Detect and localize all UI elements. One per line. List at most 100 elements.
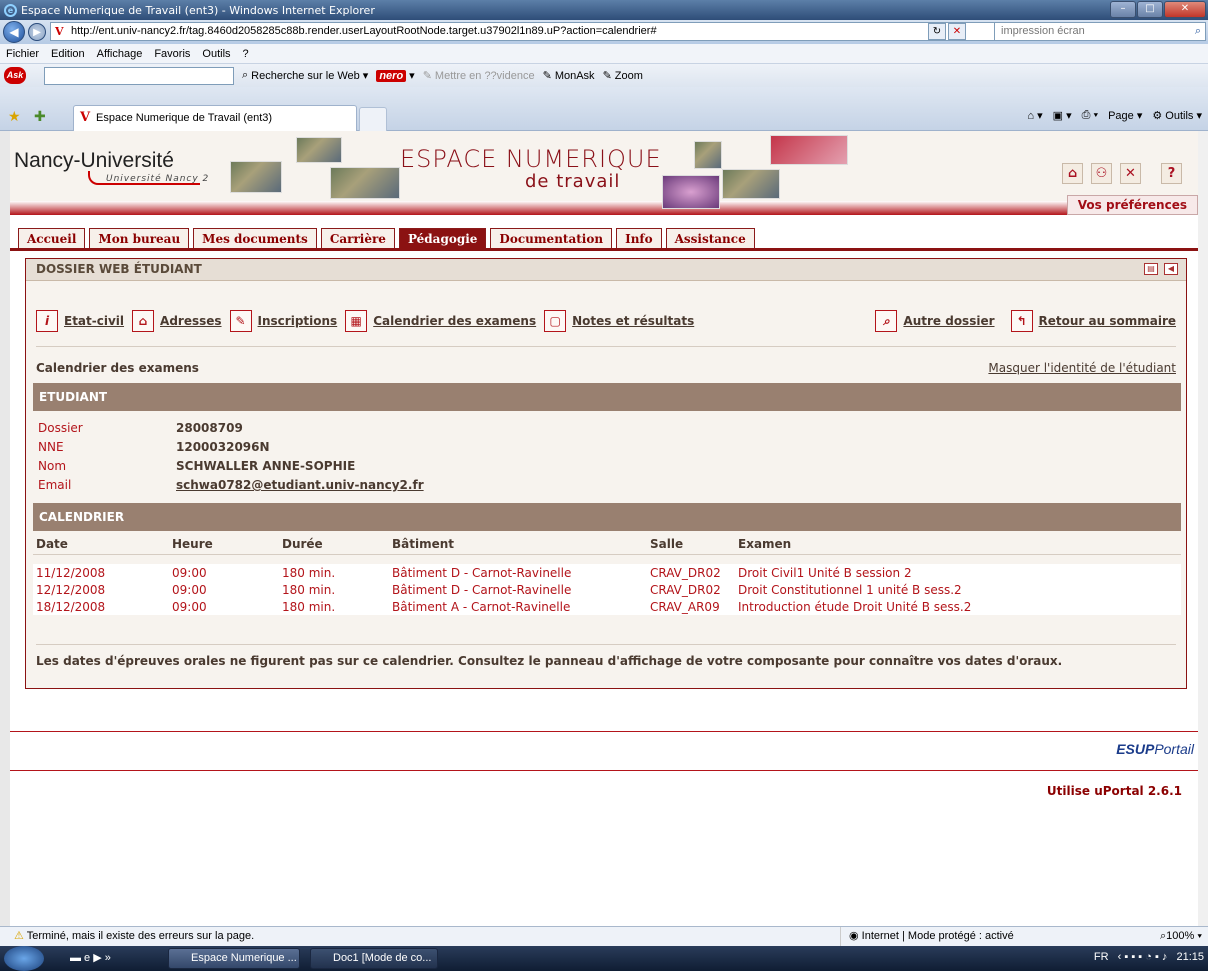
ask-logo-icon[interactable]: Ask bbox=[4, 67, 26, 84]
system-tray: FR ‹ ▪ ▪ ▪ ◔ ▪ ♪ 21:15 bbox=[1094, 951, 1204, 963]
banner-photo bbox=[296, 137, 342, 163]
link-adresses[interactable]: ⌂ Adresses bbox=[132, 310, 222, 332]
menu-favoris[interactable]: Favoris bbox=[148, 48, 196, 60]
forward-button[interactable]: ▶ bbox=[28, 23, 46, 41]
tab-pedagogie[interactable]: Pédagogie bbox=[398, 228, 487, 248]
search-icon[interactable]: ⌕ bbox=[1195, 23, 1201, 40]
tab-bar: ★ ✚ V Espace Numerique de Travail (ent3)… bbox=[0, 87, 1208, 131]
language-indicator[interactable]: FR bbox=[1094, 951, 1109, 963]
link-calendrier[interactable]: ▦ Calendrier des examens bbox=[345, 310, 536, 332]
close-button[interactable]: ✕ bbox=[1164, 1, 1206, 18]
zoom-control[interactable]: ⌕100% ▾ bbox=[1160, 927, 1202, 946]
pencil-icon: ✎ bbox=[229, 310, 252, 332]
tab-documentation[interactable]: Documentation bbox=[490, 228, 613, 248]
page-menu[interactable]: Page ▾ bbox=[1108, 109, 1142, 122]
tab-mon-bureau[interactable]: Mon bureau bbox=[89, 228, 190, 248]
nom-label: Nom bbox=[38, 459, 67, 473]
menu-edition[interactable]: Edition bbox=[45, 48, 91, 60]
cell-salle: CRAV_DR02 bbox=[647, 581, 735, 598]
web-search-button[interactable]: ⌕ Recherche sur le Web ▾ bbox=[242, 69, 368, 82]
link-retour-sommaire[interactable]: ↰ Retour au sommaire bbox=[1010, 310, 1176, 332]
nom-value: SCHWALLER ANNE-SOPHIE bbox=[176, 459, 356, 473]
preferences-button[interactable]: Vos préférences bbox=[1066, 195, 1198, 215]
link-etat-civil[interactable]: i Etat-civil bbox=[36, 310, 124, 332]
highlight-button[interactable]: ✎ Mettre en ??vidence bbox=[423, 69, 535, 83]
status-message[interactable]: Terminé, mais il existe des erreurs sur … bbox=[14, 927, 254, 946]
esup-portail-logo[interactable]: ESUPPortail bbox=[1116, 741, 1194, 757]
url-field[interactable]: V http://ent.univ-nancy2.fr/tag.8460d205… bbox=[50, 22, 1010, 41]
back-button[interactable]: ◀ bbox=[3, 21, 25, 43]
sitemap-icon[interactable]: ⚇ bbox=[1091, 163, 1112, 184]
taskbar-item-label: Doc1 [Mode de co... bbox=[333, 952, 432, 964]
new-tab-button[interactable] bbox=[359, 107, 387, 131]
home-icon[interactable]: ⌂ ▾ bbox=[1027, 109, 1042, 122]
menu-fichier[interactable]: Fichier bbox=[0, 48, 45, 60]
link-inscriptions[interactable]: ✎ Inscriptions bbox=[229, 310, 338, 332]
tab-assistance[interactable]: Assistance bbox=[665, 228, 755, 248]
hide-identity-link[interactable]: Masquer l'identité de l'étudiant bbox=[988, 361, 1176, 375]
email-link[interactable]: schwa0782@etudiant.univ-nancy2.fr bbox=[176, 478, 424, 492]
maximize-button[interactable]: □ bbox=[1137, 1, 1163, 18]
search-input[interactable]: impression écran ⌕ bbox=[994, 22, 1206, 41]
print-icon[interactable]: ⎙ ▾ bbox=[1082, 109, 1098, 122]
university-logo[interactable]: Nancy-Université bbox=[14, 149, 174, 173]
favorites-star-icon[interactable]: ★ bbox=[8, 109, 21, 125]
link-label: Autre dossier bbox=[903, 314, 995, 328]
home-portal-icon[interactable]: ⌂ bbox=[1062, 163, 1083, 184]
monask-button[interactable]: ✎ MonAsk bbox=[543, 69, 595, 83]
taskbar-item-word[interactable]: Doc1 [Mode de co... bbox=[310, 948, 438, 969]
student-channel: DOSSIER WEB ÉTUDIANT ▤ ◀ i Etat-civil ⌂ Ad… bbox=[25, 258, 1187, 689]
taskbar-item-ie[interactable]: Espace Numerique ... bbox=[168, 948, 300, 969]
minimize-channel-icon[interactable]: ◀ bbox=[1164, 263, 1178, 275]
tray-icons[interactable]: ‹ ▪ ▪ ▪ ◔ ▪ ♪ bbox=[1118, 951, 1168, 963]
table-row: 12/12/2008 09:00 180 min. Bâtiment D - C… bbox=[33, 581, 1181, 598]
menu-outils[interactable]: Outils bbox=[196, 48, 236, 60]
add-favorite-icon[interactable]: ✚ bbox=[34, 109, 46, 125]
nero-button[interactable]: nero bbox=[376, 69, 407, 82]
tools-menu[interactable]: ⚙ Outils ▾ bbox=[1152, 109, 1202, 122]
tab-carriere[interactable]: Carrière bbox=[320, 228, 395, 248]
banner-photo bbox=[330, 167, 400, 199]
menu-help[interactable]: ? bbox=[237, 48, 255, 60]
browser-tab[interactable]: V Espace Numerique de Travail (ent3) bbox=[73, 105, 357, 131]
logout-icon[interactable]: ✕ bbox=[1120, 163, 1141, 184]
link-notes[interactable]: ▢ Notes et résultats bbox=[544, 310, 694, 332]
cell-date: 18/12/2008 bbox=[33, 598, 169, 615]
quicklaunch-icons[interactable]: ▬ e ▶ » bbox=[70, 951, 111, 964]
esup-logo-part2: Portail bbox=[1154, 741, 1194, 757]
tab-info[interactable]: Info bbox=[616, 228, 662, 248]
start-button[interactable] bbox=[4, 946, 44, 971]
print-channel-icon[interactable]: ▤ bbox=[1144, 263, 1158, 275]
vertical-scrollbar[interactable] bbox=[1198, 131, 1208, 926]
stop-icon[interactable]: ✕ bbox=[948, 23, 966, 40]
site-icon: V bbox=[55, 25, 64, 38]
tab-title: Espace Numerique de Travail (ent3) bbox=[96, 112, 273, 124]
link-autre-dossier[interactable]: ⌕ Autre dossier bbox=[875, 310, 995, 332]
tab-mes-documents[interactable]: Mes documents bbox=[193, 228, 317, 248]
zoom-label: Zoom bbox=[614, 69, 643, 82]
link-label: Retour au sommaire bbox=[1038, 314, 1176, 328]
link-label: Notes et résultats bbox=[572, 314, 695, 328]
portal-subtitle: de travail bbox=[525, 171, 621, 192]
student-heading: ETUDIANT bbox=[33, 383, 1181, 411]
cell-heure: 09:00 bbox=[169, 581, 279, 598]
zoom-button[interactable]: ✎ Zoom bbox=[603, 69, 643, 83]
minimize-button[interactable]: – bbox=[1110, 1, 1136, 18]
nne-value: 1200032096N bbox=[176, 440, 270, 454]
clock[interactable]: 21:15 bbox=[1176, 951, 1204, 963]
link-label: Inscriptions bbox=[257, 314, 338, 328]
cell-examen: Droit Civil1 Unité B session 2 bbox=[735, 564, 1181, 581]
magnifier-icon: ⌕ bbox=[875, 310, 898, 332]
refresh-icon[interactable]: ↻ bbox=[928, 23, 946, 40]
feeds-icon[interactable]: ▣ ▾ bbox=[1053, 109, 1072, 122]
nav-underline bbox=[10, 248, 1198, 251]
col-duree: Durée bbox=[279, 534, 389, 555]
ask-search-field[interactable] bbox=[44, 66, 234, 85]
security-zone[interactable]: ◉ Internet | Mode protégé : activé bbox=[840, 927, 1014, 946]
taskbar-item-label: Espace Numerique ... bbox=[191, 952, 297, 964]
menu-affichage[interactable]: Affichage bbox=[91, 48, 149, 60]
help-icon[interactable]: ? bbox=[1161, 163, 1182, 184]
tools-menu-label: Outils bbox=[1165, 110, 1194, 122]
cell-duree: 180 min. bbox=[279, 564, 389, 581]
tab-accueil[interactable]: Accueil bbox=[18, 228, 86, 248]
